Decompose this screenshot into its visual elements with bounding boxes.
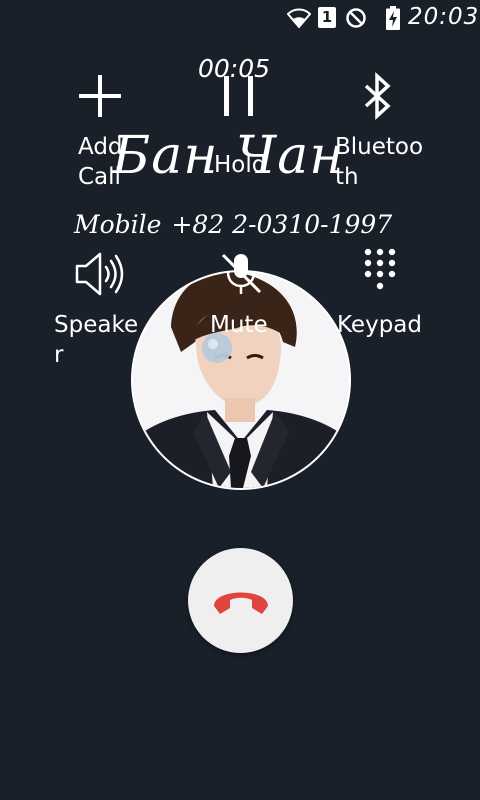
number-type: Mobile (74, 210, 162, 239)
pause-icon (224, 76, 253, 116)
sim-badge: 1 (318, 7, 336, 28)
status-clock: 20:03 (408, 4, 480, 30)
wifi-icon (287, 8, 311, 29)
mic-off-icon (221, 253, 262, 294)
keypad-label: Keypad (337, 312, 422, 338)
speaker-label: Speaker (54, 312, 139, 368)
keypad-button[interactable]: Keypad (330, 244, 450, 354)
bluetooth-icon (364, 72, 391, 120)
speaker-icon (75, 252, 124, 296)
hang-up-icon (214, 592, 268, 614)
mute-button[interactable]: Mute (206, 244, 306, 354)
do-not-disturb-icon (346, 8, 366, 28)
end-call-button[interactable] (188, 548, 293, 653)
dialpad-icon (364, 248, 396, 290)
status-bar: 1 20:03 (0, 0, 480, 36)
plus-icon (79, 75, 121, 117)
speaker-button[interactable]: Speaker (54, 244, 154, 374)
mute-label: Mute (210, 312, 268, 338)
contact-name: Бан Чан (112, 126, 345, 186)
phone-number: +82 2-0310-1997 (171, 210, 393, 239)
phone-number-line: Mobile +82 2-0310-1997 (74, 210, 414, 239)
battery-charging-icon (386, 6, 400, 30)
